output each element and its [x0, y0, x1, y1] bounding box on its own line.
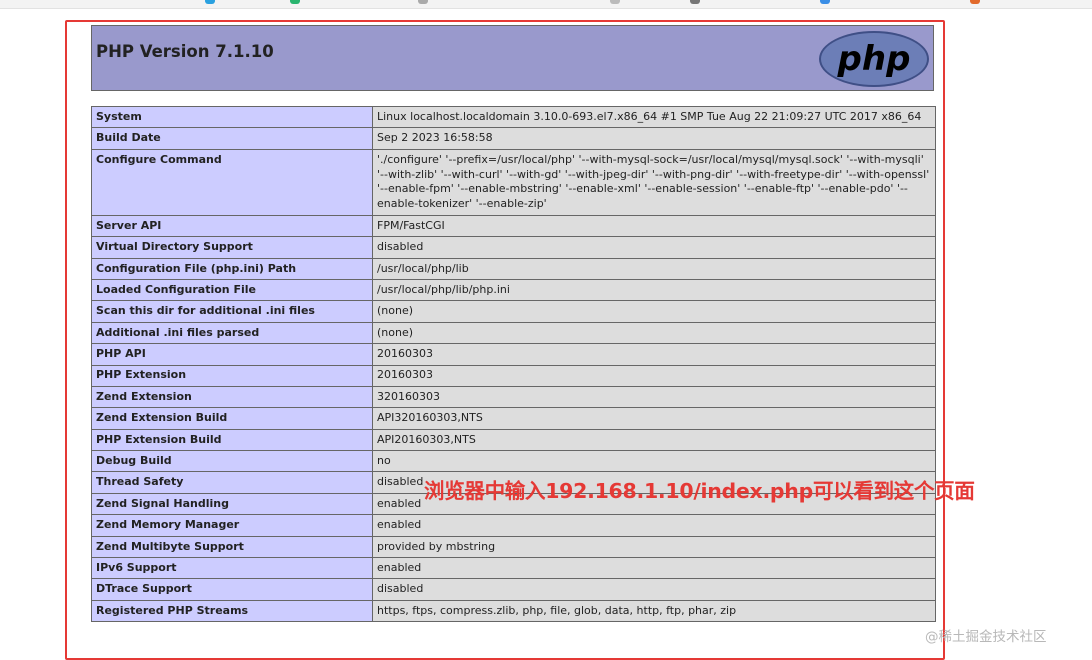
row-label: Build Date — [91, 127, 373, 150]
page-title: PHP Version 7.1.10 — [96, 42, 274, 61]
table-row: Zend Multibyte Support provided by mbstri… — [91, 535, 936, 559]
row-value: provided by mbstring — [372, 535, 936, 559]
logo-text: php — [837, 39, 911, 79]
row-label: PHP API — [91, 343, 373, 366]
toolbar-icon[interactable] — [610, 0, 620, 4]
row-value: (none) — [372, 300, 936, 323]
row-label: Zend Memory Manager — [91, 514, 373, 537]
toolbar-icon[interactable] — [418, 0, 428, 4]
annotation-text: 浏览器中输入192.168.1.10/index.php可以看到这个页面 — [424, 479, 975, 503]
row-value: disabled — [372, 578, 936, 601]
table-row: Zend Extension 320160303 — [91, 385, 936, 409]
row-label: Zend Extension Build — [91, 407, 373, 430]
row-value: API320160303,NTS — [372, 407, 936, 430]
table-row: Virtual Directory Support disabled — [91, 236, 936, 259]
phpinfo-header: PHP Version 7.1.10 php — [91, 25, 934, 91]
table-row: Zend Memory Manager enabled — [91, 514, 936, 537]
row-label: Thread Safety — [91, 471, 373, 494]
table-row: Debug Build no — [91, 450, 936, 473]
table-row: PHP Extension 20160303 — [91, 364, 936, 387]
table-row: Loaded Configuration File/usr/local/php/… — [91, 278, 936, 302]
row-label: Scan this dir for additional .ini files — [91, 300, 373, 323]
row-value: 20160303 — [372, 343, 936, 366]
row-label: Loaded Configuration File — [91, 278, 373, 302]
row-value: Sep 2 2023 16:58:58 — [372, 127, 936, 150]
table-row: Build Date Sep 2 2023 16:58:58 — [91, 127, 936, 150]
table-row: Server API FPM/FastCGI — [91, 214, 936, 238]
row-value: https, ftps, compress.zlib, php, file, g… — [372, 599, 936, 623]
row-value: disabled — [372, 236, 936, 259]
row-label: Additional .ini files parsed — [91, 321, 373, 345]
row-value: /usr/local/php/lib/php.ini — [372, 278, 936, 302]
watermark: @稀土掘金技术社区 — [925, 629, 1047, 645]
table-row: Configure Command './configure' '--prefix… — [91, 148, 936, 216]
row-value: './configure' '--prefix=/usr/local/php' … — [372, 148, 936, 216]
table-row: System Linux localhost.localdomain 3.10.0… — [91, 105, 936, 129]
row-value: 20160303 — [372, 364, 936, 387]
row-label: Configure Command — [91, 148, 373, 216]
table-row: Registered PHP Streams https, ftps, compr… — [91, 599, 936, 623]
table-row: PHP API 20160303 — [91, 343, 936, 366]
row-label: Server API — [91, 214, 373, 238]
row-value: enabled — [372, 557, 936, 580]
row-value: Linux localhost.localdomain 3.10.0-693.e… — [372, 105, 936, 129]
toolbar-icon[interactable] — [690, 0, 700, 4]
toolbar-icon[interactable] — [970, 0, 980, 4]
row-label: Debug Build — [91, 450, 373, 473]
row-label: Configuration File (php.ini) Path — [91, 257, 373, 280]
browser-toolbar-strip — [0, 0, 1092, 9]
row-label: System — [91, 105, 373, 129]
row-label: IPv6 Support — [91, 557, 373, 580]
row-label: DTrace Support — [91, 578, 373, 601]
row-value: /usr/local/php/lib — [372, 257, 936, 280]
table-row: PHP Extension Build API20160303,NTS — [91, 428, 936, 452]
table-row: Scan this dir for additional .ini files(… — [91, 300, 936, 323]
row-value: (none) — [372, 321, 936, 345]
row-value: FPM/FastCGI — [372, 214, 936, 238]
row-value: enabled — [372, 514, 936, 537]
table-row: DTrace Support disabled — [91, 578, 936, 601]
row-value: API20160303,NTS — [372, 428, 936, 452]
row-label: Zend Extension — [91, 385, 373, 409]
table-row: IPv6 Support enabled — [91, 557, 936, 580]
row-label: Virtual Directory Support — [91, 236, 373, 259]
toolbar-icon[interactable] — [820, 0, 830, 4]
row-label: Zend Signal Handling — [91, 492, 373, 516]
row-label: Registered PHP Streams — [91, 599, 373, 623]
table-row: Configuration File (php.ini) Path/usr/lo… — [91, 257, 936, 280]
phpinfo-table: System Linux localhost.localdomain 3.10.0… — [91, 105, 936, 623]
row-label: PHP Extension — [91, 364, 373, 387]
php-logo-icon[interactable]: php — [817, 29, 931, 89]
row-value: 320160303 — [372, 385, 936, 409]
row-label: Zend Multibyte Support — [91, 535, 373, 559]
table-row: Additional .ini files parsed (none) — [91, 321, 936, 345]
row-value: no — [372, 450, 936, 473]
toolbar-icon[interactable] — [290, 0, 300, 4]
row-label: PHP Extension Build — [91, 428, 373, 452]
table-row: Zend Extension Build API320160303,NTS — [91, 407, 936, 430]
toolbar-icon[interactable] — [205, 0, 215, 4]
